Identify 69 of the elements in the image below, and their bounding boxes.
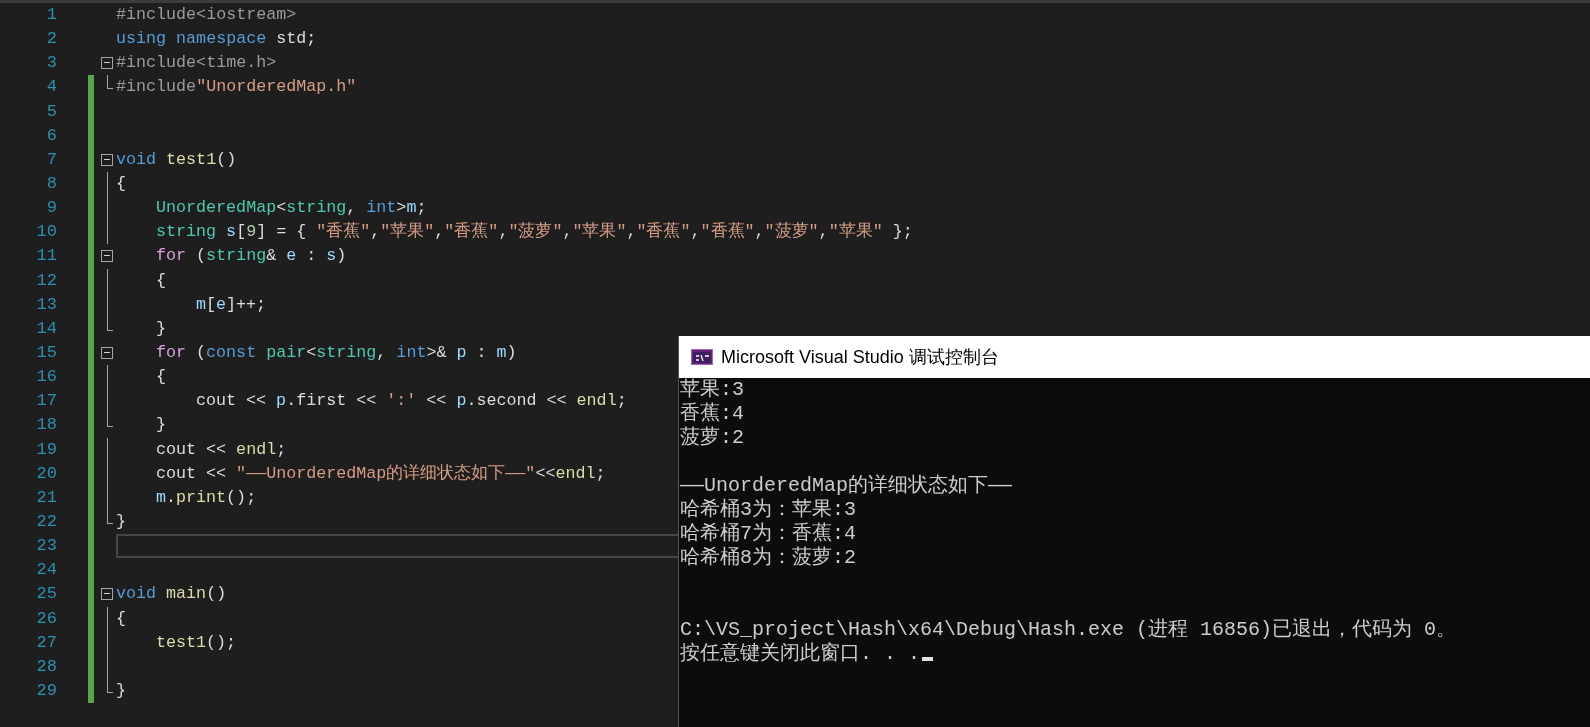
collapse-icon[interactable]	[101, 153, 113, 166]
line-number: 21	[35, 486, 58, 509]
code-line: #include<iostream>	[116, 5, 297, 24]
output-line: 苹果:3	[680, 378, 744, 402]
code-line: }	[116, 511, 126, 531]
line-number: 14	[35, 317, 58, 340]
line-number: 9	[45, 197, 58, 220]
line-number: 23	[35, 535, 58, 558]
code-line: {	[156, 270, 166, 290]
code-line: {	[116, 174, 126, 193]
line-number: 3	[45, 52, 58, 75]
code-line: cout << "——UnorderedMap的详细状态如下——"<<endl;	[156, 463, 606, 483]
line-number: 26	[35, 607, 58, 630]
output-line: 哈希桶8为：菠萝:2	[680, 546, 856, 570]
output-line: C:\VS_project\Hash\x64\Debug\Hash.exe (进程 16856)已退出，代码为 0。	[680, 618, 1457, 642]
code-line: void main()	[116, 584, 227, 604]
line-number: 29	[35, 679, 58, 702]
line-number: 20	[35, 462, 58, 485]
code-line: }	[116, 680, 126, 700]
output-line: 哈希桶7为：香蕉:4	[680, 522, 856, 546]
line-number: 22	[35, 510, 58, 533]
line-number: 7	[45, 148, 58, 171]
line-number: 15	[35, 341, 58, 364]
line-number: 18	[35, 414, 58, 437]
code-line: }	[156, 318, 166, 338]
console-icon	[691, 349, 713, 365]
collapse-icon[interactable]	[101, 250, 113, 263]
code-line: cout << p.first << ':' << p.second << endl;	[196, 391, 627, 411]
line-number: 2	[45, 28, 58, 51]
code-line: void test1()	[116, 149, 237, 169]
code-line: for (const pair<string, int>& p : m)	[156, 342, 517, 362]
line-number: 19	[35, 438, 58, 461]
code-line: #include<time.h>	[116, 53, 277, 73]
code-line: {	[116, 608, 126, 628]
code-line: #include"UnorderedMap.h"	[116, 77, 357, 97]
code-line: m[e]++;	[196, 294, 267, 314]
collapse-icon[interactable]	[101, 57, 113, 70]
line-number: 11	[35, 245, 58, 268]
line-number: 5	[45, 100, 58, 123]
output-line: 哈希桶3为：苹果:3	[680, 498, 856, 522]
window-title: Microsoft Visual Studio 调试控制台	[721, 345, 999, 369]
output-line: ——UnorderedMap的详细状态如下——	[680, 474, 1013, 498]
line-number: 4	[45, 76, 58, 99]
code-line: test1();	[156, 632, 237, 652]
code-line: m.print();	[156, 487, 257, 507]
code-line: cout << endl;	[156, 439, 287, 459]
output-line: 香蕉:4	[680, 402, 744, 426]
line-number: 27	[35, 631, 58, 654]
code-line: }	[156, 415, 166, 435]
collapse-icon[interactable]	[101, 588, 113, 601]
line-number: 12	[35, 269, 58, 292]
code-line: string s[9] = { "香蕉","苹果","香蕉","菠萝","苹果","香蕉","香蕉","菠萝","苹果" };	[156, 222, 913, 242]
collapse-icon[interactable]	[101, 346, 113, 359]
line-number: 17	[35, 390, 58, 413]
output-line: 按任意键关闭此窗口. . .	[680, 642, 920, 666]
output-line: 菠萝:2	[680, 426, 744, 450]
line-number: 1	[45, 4, 58, 26]
code-line: {	[156, 367, 166, 387]
line-number: 13	[35, 293, 58, 316]
code-line: using namespace std;	[116, 29, 317, 49]
line-number: 28	[35, 655, 58, 678]
line-number: 25	[35, 583, 58, 606]
line-number: 24	[35, 559, 58, 582]
code-line: for (string& e : s)	[156, 246, 347, 266]
line-number: 10	[35, 221, 58, 244]
line-number: 8	[45, 173, 58, 195]
code-line: UnorderedMap<string, int>m;	[156, 198, 427, 218]
line-number: 6	[45, 124, 58, 147]
line-number: 16	[35, 366, 58, 389]
